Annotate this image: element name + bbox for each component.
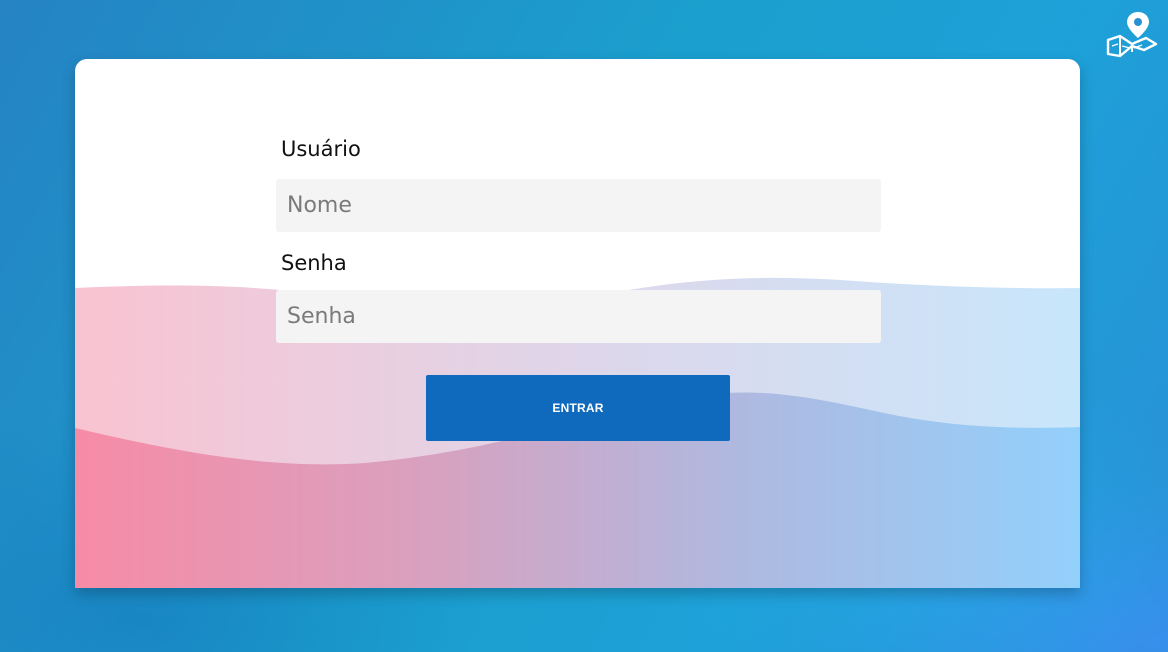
username-input[interactable] — [276, 179, 881, 232]
login-card: Usuário Senha ENTRAR — [75, 59, 1080, 588]
login-form: Usuário Senha ENTRAR — [276, 59, 881, 588]
map-location-pin-icon — [1106, 12, 1158, 58]
login-button[interactable]: ENTRAR — [426, 375, 730, 441]
username-label: Usuário — [281, 137, 361, 161]
password-input[interactable] — [276, 290, 881, 343]
password-label: Senha — [281, 251, 347, 275]
